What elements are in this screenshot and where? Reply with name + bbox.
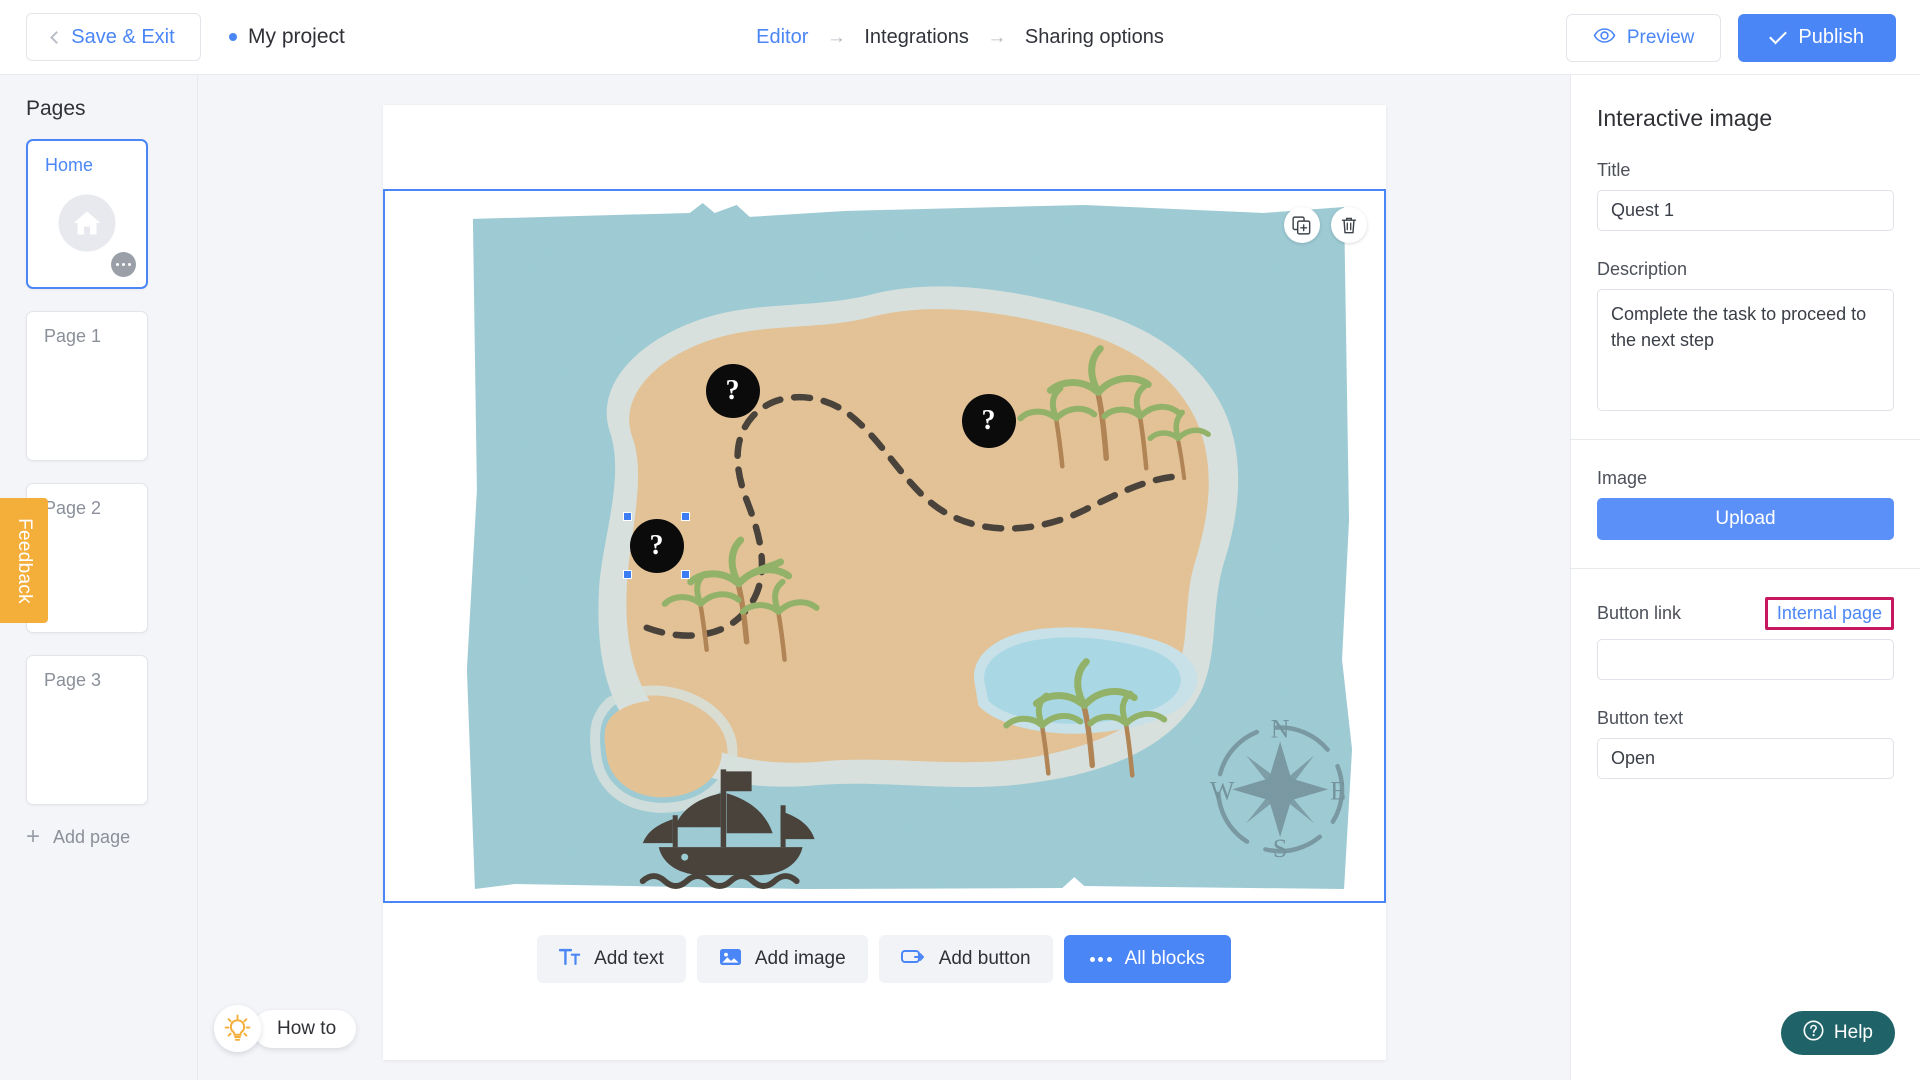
resize-handle-bottom-left[interactable] (622, 570, 632, 579)
project-name[interactable]: My project (229, 25, 345, 49)
panel-divider (1571, 439, 1920, 440)
add-page-button[interactable]: + Add page (26, 825, 197, 849)
divider (26, 633, 171, 655)
add-block-toolbar: Add text Add image Add button All blocks (383, 935, 1386, 983)
panel-link-section: Button link Internal page Button text Op… (1571, 597, 1920, 779)
map-marker-3-selected[interactable]: ? (629, 519, 684, 573)
svg-text:W: W (1209, 776, 1234, 805)
image-field-label: Image (1597, 468, 1648, 488)
text-icon (558, 948, 581, 971)
resize-handle-top-right[interactable] (680, 512, 690, 521)
map-marker-2[interactable]: ? (961, 394, 1016, 448)
interactive-image-block[interactable]: N S E W ? ? ? (382, 189, 1386, 903)
svg-text:E: E (1330, 776, 1346, 805)
help-label: Help (1833, 1022, 1873, 1043)
panel-divider (1571, 568, 1920, 569)
add-image-button[interactable]: Add image (696, 935, 868, 983)
preview-label: Preview (1626, 26, 1695, 48)
upload-button[interactable]: Upload (1597, 498, 1894, 540)
chevron-left-icon (50, 30, 64, 44)
divider (26, 289, 171, 311)
feedback-tab[interactable]: Feedback (0, 498, 48, 623)
add-text-button[interactable]: Add text (537, 935, 686, 983)
dots-icon (1089, 956, 1112, 962)
description-textarea[interactable]: Complete the task to proceed to the next… (1597, 289, 1894, 411)
page-thumbnail-list: Home Page 1 Page 2 Page 3 (0, 139, 197, 805)
breadcrumb-item-sharing-options[interactable]: Sharing options (1025, 26, 1164, 49)
sidebar-page-home[interactable]: Home (26, 139, 148, 289)
treasure-map-svg: N S E W (384, 191, 1384, 901)
preview-button[interactable]: Preview (1565, 13, 1722, 62)
page-options-button[interactable] (111, 252, 136, 277)
button-text-label: Button text (1597, 708, 1684, 728)
all-blocks-label: All blocks (1124, 948, 1205, 969)
add-page-label: Add page (53, 826, 131, 847)
trash-icon (1341, 217, 1356, 233)
add-button-label: Add button (938, 948, 1031, 969)
resize-handle-top-left[interactable] (622, 512, 632, 521)
button-text-input[interactable]: Open (1597, 738, 1894, 779)
publish-button[interactable]: Publish (1738, 13, 1896, 62)
panel-title: Interactive image (1597, 105, 1773, 131)
duplicate-icon (1292, 215, 1311, 235)
internal-page-link[interactable]: Internal page (1764, 597, 1894, 630)
feedback-label: Feedback (14, 517, 35, 604)
add-text-label: Add text (594, 948, 664, 969)
button-link-row: Button link Internal page (1597, 597, 1894, 630)
pages-heading: Pages (26, 97, 86, 120)
question-circle-icon (1803, 1020, 1824, 1046)
description-field-label: Description (1597, 259, 1688, 279)
svg-text:S: S (1272, 834, 1286, 863)
panel-content-section: Title Quest 1 Description Complete the t… (1571, 160, 1920, 411)
sidebar-page-3[interactable]: Page 3 (26, 655, 148, 805)
how-to-widget[interactable]: How to (214, 1005, 357, 1052)
top-bar: Save & Exit My project Editor → Integrat… (0, 0, 1920, 75)
save-and-exit-button[interactable]: Save & Exit (26, 13, 201, 61)
publish-label: Publish (1798, 26, 1864, 48)
title-field-label: Title (1597, 160, 1631, 180)
arrow-right-icon: → (987, 26, 1007, 48)
top-bar-actions: Preview Publish (1565, 0, 1896, 75)
project-name-label: My project (248, 25, 345, 48)
arrow-right-icon: → (826, 26, 846, 48)
block-toolbar (1283, 207, 1367, 243)
title-input[interactable]: Quest 1 (1597, 190, 1894, 231)
editor-workspace: N S E W ? ? ? Add text Add image Add but… (198, 75, 1570, 1080)
page-card-label: Page 1 (44, 326, 102, 346)
home-icon (58, 194, 116, 252)
page-card-label: Page 2 (44, 498, 102, 518)
eye-icon (1593, 27, 1616, 48)
lightbulb-icon[interactable] (214, 1005, 261, 1052)
plus-icon: + (26, 823, 41, 850)
button-link-input[interactable] (1597, 639, 1894, 680)
panel-image-section: Image Upload (1571, 468, 1920, 540)
breadcrumb-item-editor[interactable]: Editor (756, 26, 808, 49)
status-dot-icon (229, 33, 237, 41)
sidebar-page-1[interactable]: Page 1 (26, 311, 148, 461)
duplicate-block-button[interactable] (1283, 207, 1320, 243)
how-to-label[interactable]: How to (253, 1009, 357, 1048)
page-card-label: Page 3 (44, 670, 102, 690)
check-icon (1769, 26, 1788, 44)
button-link-label: Button link (1597, 603, 1682, 623)
help-button[interactable]: Help (1780, 1011, 1895, 1055)
map-marker-1[interactable]: ? (705, 364, 760, 418)
svg-text:N: N (1270, 714, 1289, 743)
page-card-label: Home (45, 155, 94, 175)
breadcrumb-item-integrations[interactable]: Integrations (864, 26, 969, 49)
image-icon (719, 947, 742, 972)
delete-block-button[interactable] (1330, 207, 1367, 243)
resize-handle-bottom-right[interactable] (680, 570, 690, 579)
save-and-exit-label: Save & Exit (71, 25, 175, 48)
divider (26, 461, 171, 483)
add-image-label: Add image (754, 948, 846, 969)
all-blocks-button[interactable]: All blocks (1063, 935, 1231, 983)
add-button-button[interactable]: Add button (878, 935, 1053, 983)
page-canvas: N S E W ? ? ? Add text Add image Add but… (382, 105, 1386, 1060)
button-icon (900, 948, 926, 971)
treasure-map-image: N S E W ? ? ? (384, 191, 1384, 901)
properties-panel: Interactive image Title Quest 1 Descript… (1570, 75, 1920, 1080)
